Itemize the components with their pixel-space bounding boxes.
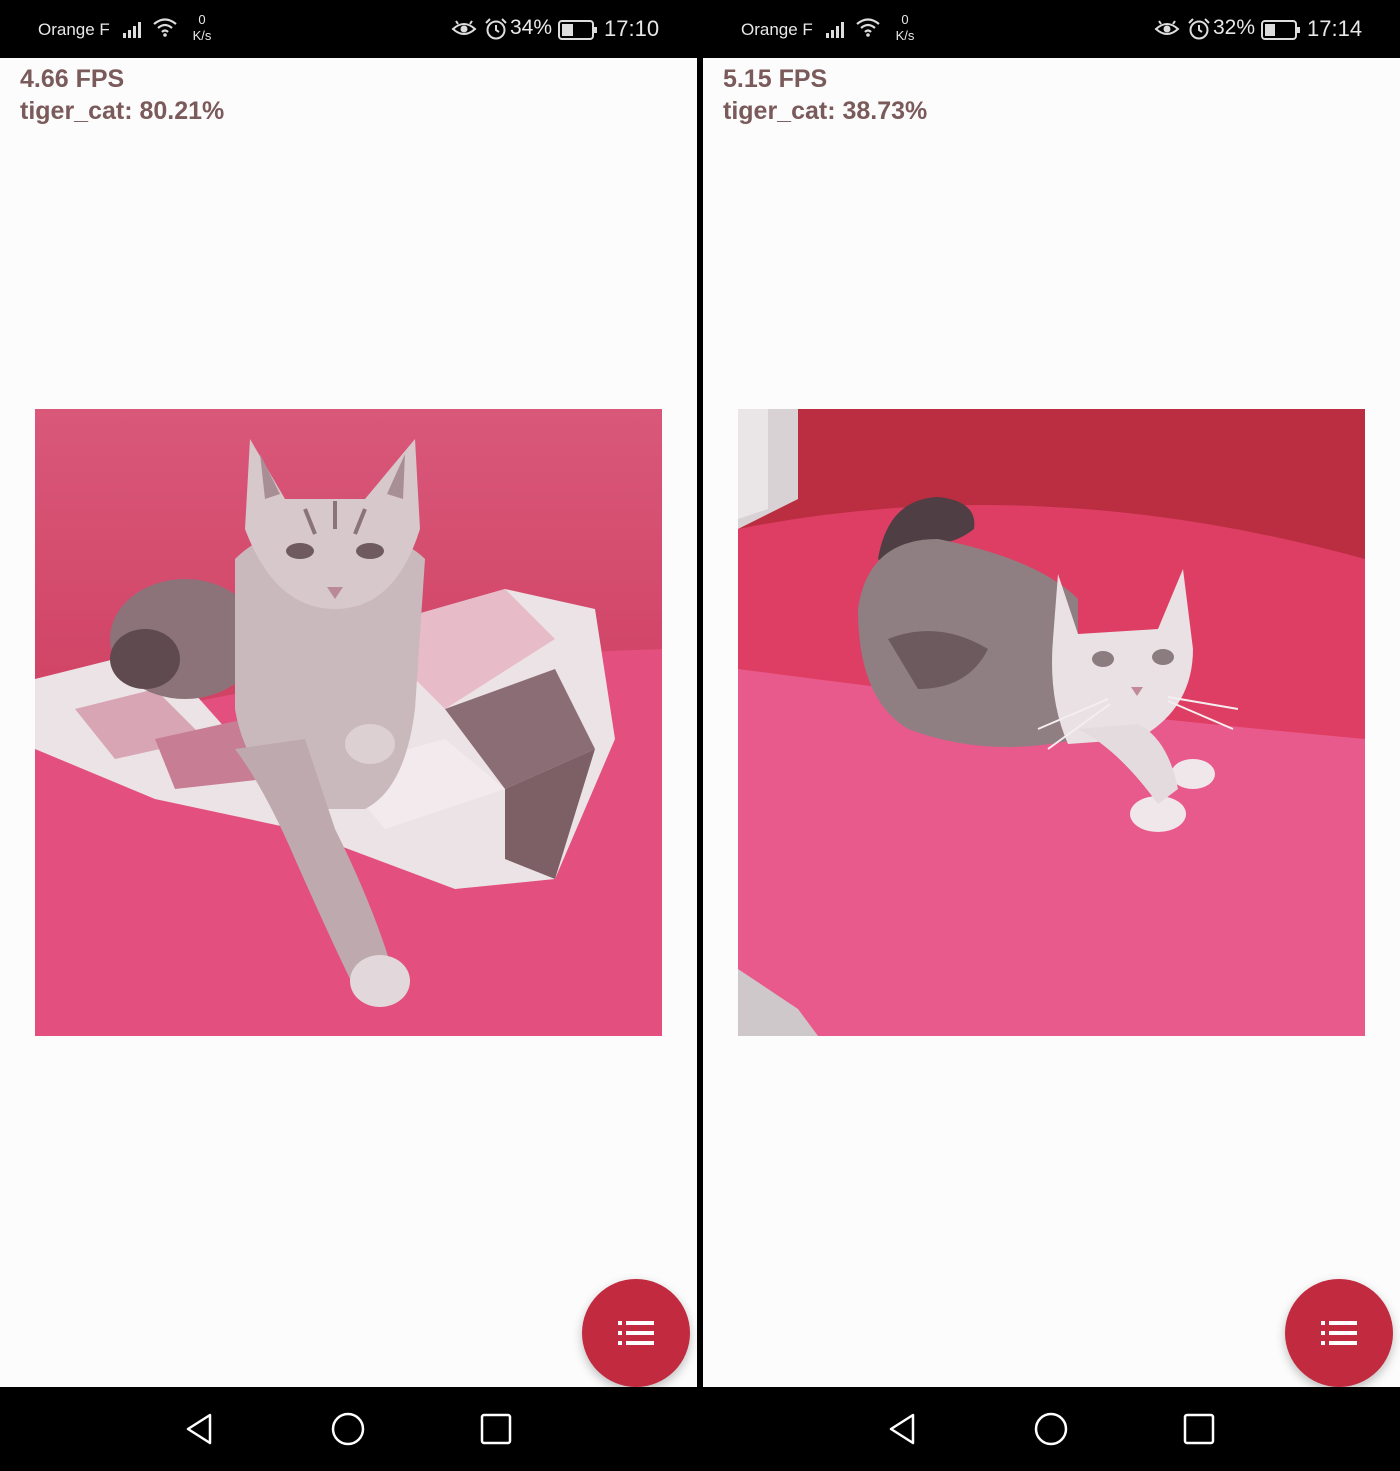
battery-percent: 32% (1213, 16, 1256, 39)
screen-left: Orange F 0 K/s 34% 17:10 4.66 FPS tiger_… (0, 0, 697, 1471)
network-speed: 0 K/s (895, 12, 915, 43)
list-icon (1321, 1321, 1357, 1345)
signal-icon (826, 22, 844, 38)
back-icon[interactable] (885, 1411, 921, 1447)
fps-label: 4.66 FPS (20, 65, 125, 93)
prediction-label: tiger_cat: 80.21% (20, 97, 225, 125)
clock: 17:10 (604, 16, 660, 41)
inference-overlay: 4.66 FPS tiger_cat: 80.21% (20, 63, 224, 127)
prediction-label: tiger_cat: 38.73% (723, 97, 928, 125)
status-bar: Orange F 0 K/s 32% 17:14 (703, 0, 1400, 58)
menu-fab-button[interactable] (1285, 1279, 1393, 1387)
camera-preview (35, 409, 662, 1036)
recents-icon[interactable] (478, 1411, 514, 1447)
menu-fab-button[interactable] (582, 1279, 690, 1387)
home-icon[interactable] (1033, 1411, 1069, 1447)
alarm-icon (1188, 18, 1210, 40)
network-speed: 0 K/s (192, 12, 212, 43)
clock: 17:14 (1307, 16, 1363, 41)
camera-preview (738, 409, 1365, 1036)
carrier-name: Orange F (741, 20, 813, 39)
navigation-bar (0, 1387, 697, 1471)
alarm-icon (485, 18, 507, 40)
navigation-bar (703, 1387, 1400, 1471)
list-icon (618, 1321, 654, 1345)
wifi-icon (856, 18, 880, 37)
signal-icon (123, 22, 141, 38)
inference-overlay: 5.15 FPS tiger_cat: 38.73% (723, 63, 927, 127)
recents-icon[interactable] (1181, 1411, 1217, 1447)
carrier-name: Orange F (38, 20, 110, 39)
battery-icon (1261, 20, 1300, 40)
wifi-icon (153, 18, 177, 37)
back-icon[interactable] (182, 1411, 218, 1447)
screen-right: Orange F 0 K/s 32% 17:14 5.15 FPS tiger_… (703, 0, 1400, 1471)
battery-percent: 34% (510, 16, 553, 39)
status-bar: Orange F 0 K/s 34% 17:10 (0, 0, 697, 58)
fps-label: 5.15 FPS (723, 65, 828, 93)
eye-comfort-icon (1154, 20, 1180, 35)
eye-comfort-icon (451, 20, 477, 35)
home-icon[interactable] (330, 1411, 366, 1447)
battery-icon (558, 20, 597, 40)
